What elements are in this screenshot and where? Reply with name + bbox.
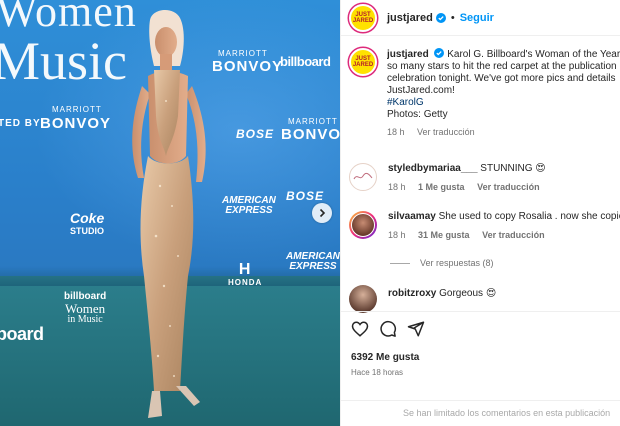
- caption-translate-link[interactable]: Ver traducción: [417, 127, 475, 137]
- comment-time[interactable]: 18 h: [388, 182, 406, 192]
- comment-body: silvaamay She used to copy Rosalia . now…: [388, 211, 620, 241]
- caption-text-2: so many stars to hit the red carpet at t…: [387, 61, 617, 72]
- amex-logo-2: AMERICAN EXPRESS: [286, 252, 340, 272]
- billboard-logo: billboard: [280, 54, 331, 69]
- comment-meta: 18 h 31 Me gusta Ver traducción: [388, 229, 620, 241]
- caption-body: justjared Karol G. Billboard's Woman of …: [387, 48, 620, 138]
- marriott-logo-small-2: MARRIOTT: [52, 105, 102, 114]
- comment-likes[interactable]: 31 Me gusta: [418, 230, 470, 240]
- comment-translate-link[interactable]: Ver traducción: [482, 230, 545, 240]
- signature-logo-icon: [353, 172, 373, 180]
- post-caption: JUST JARED justjared Karol G. Billboard'…: [349, 48, 620, 138]
- person-photo: [132, 9, 206, 418]
- coke-studio-logo: Coke STUDIO: [70, 210, 105, 238]
- comment-avatar[interactable]: [349, 211, 377, 239]
- amex-line2-2: EXPRESS: [289, 261, 337, 272]
- caption-time[interactable]: 18 h: [387, 127, 405, 137]
- post-image[interactable]: Women Music TED BY MARRIOTT BONVOY billb…: [0, 0, 340, 426]
- post-details-panel: JUST JARED justjared • Seguir JUST JARED…: [340, 0, 620, 426]
- share-icon[interactable]: [407, 320, 425, 338]
- comment-text: She used to copy Rosalia . now she copie: [438, 211, 620, 222]
- caption-meta: 18 h Ver traducción: [387, 126, 620, 138]
- caption-avatar-text: JUST JARED: [352, 56, 374, 68]
- chevron-right-icon: [319, 208, 326, 218]
- hashtag-link[interactable]: #KarolG: [387, 97, 620, 109]
- comment-time[interactable]: 18 h: [388, 230, 406, 240]
- post-actions: 6392 Me gusta Hace 18 horas Se han limit…: [341, 311, 620, 418]
- coke-line2: STUDIO: [70, 226, 105, 236]
- comment-translate-link[interactable]: Ver traducción: [477, 182, 540, 192]
- comment-avatar[interactable]: [349, 163, 377, 191]
- comment-item: styledbymariaa___ STUNNING 😍 18 h 1 Me g…: [349, 163, 620, 193]
- comment-item: silvaamay She used to copy Rosalia . now…: [349, 211, 620, 241]
- coke-line1: Coke: [70, 210, 105, 226]
- replies-divider: [390, 262, 410, 264]
- amex-line2: EXPRESS: [225, 205, 273, 216]
- caption-line1: justjared Karol G. Billboard's Woman of …: [387, 48, 620, 61]
- caption-avatar[interactable]: JUST JARED: [349, 48, 377, 76]
- comment-avatar[interactable]: [349, 285, 377, 313]
- comment-username[interactable]: robitzroxy: [388, 288, 436, 299]
- caption-text-4: JustJared.com!: [387, 85, 455, 96]
- comment-text: STUNNING 😍: [480, 163, 546, 174]
- amex-logo: AMERICAN EXPRESS: [222, 196, 276, 216]
- action-icons: [351, 320, 425, 338]
- comment-icon[interactable]: [379, 320, 397, 338]
- marriott-logo-small-3: MARRIOTT: [288, 117, 338, 126]
- likes-count[interactable]: 6392 Me gusta: [351, 352, 419, 363]
- verified-badge-icon: [434, 48, 445, 58]
- comment-text: Gorgeous 😍: [439, 288, 497, 299]
- caption-text-3: celebration tonight. We've got more pics…: [387, 73, 616, 84]
- comment-meta: 18 h 1 Me gusta Ver traducción: [388, 181, 620, 193]
- comment-item: robitzroxy Gorgeous 😍: [349, 285, 620, 313]
- comment-username[interactable]: silvaamay: [388, 211, 436, 222]
- bw-line3: in Music: [67, 314, 103, 325]
- verified-badge-icon: [435, 12, 446, 23]
- heart-icon[interactable]: [351, 320, 369, 338]
- follow-button[interactable]: Seguir: [460, 12, 494, 24]
- post-time[interactable]: Hace 18 horas: [351, 368, 403, 377]
- header-username[interactable]: justjared: [387, 12, 433, 24]
- comment-username[interactable]: styledbymariaa___: [388, 163, 478, 174]
- caption-username[interactable]: justjared: [387, 49, 429, 60]
- bose-logo: BOSE: [236, 127, 275, 141]
- bonvoy-logo-2: BONVOY: [40, 115, 112, 132]
- header-separator: •: [450, 11, 455, 24]
- comment-likes[interactable]: 1 Me gusta: [418, 182, 465, 192]
- view-replies-button[interactable]: Ver respuestas (8): [390, 258, 494, 268]
- comment-body: styledbymariaa___ STUNNING 😍 18 h 1 Me g…: [388, 163, 620, 193]
- view-replies-label: Ver respuestas (8): [420, 258, 494, 268]
- billboard-edge-logo: board: [0, 324, 44, 344]
- billboard-women-logo: billboard Women in Music: [64, 292, 106, 325]
- caption-text-1: Karol G. Billboard's Woman of the Year.: [447, 49, 620, 60]
- comment-body: robitzroxy Gorgeous 😍: [388, 285, 620, 300]
- avatar-logo-text: JUST JARED: [352, 11, 374, 24]
- avatar-photo: [351, 213, 375, 237]
- honda-h-icon: H: [238, 261, 252, 278]
- honda-logo: H HONDA: [228, 261, 263, 288]
- comments-limited-notice: Se han limitado los comentarios en esta …: [341, 400, 620, 426]
- caption-photo-credit: Photos: Getty: [387, 109, 448, 120]
- honda-text: HONDA: [228, 278, 263, 287]
- bose-logo-2: BOSE: [286, 189, 325, 203]
- backdrop-edge-text: TED BY: [0, 118, 41, 129]
- bonvoy-logo-3: BONVOY: [281, 126, 340, 143]
- account-avatar[interactable]: JUST JARED: [349, 3, 377, 32]
- post-header: JUST JARED justjared • Seguir: [341, 0, 620, 36]
- carousel-next-button[interactable]: [312, 203, 332, 223]
